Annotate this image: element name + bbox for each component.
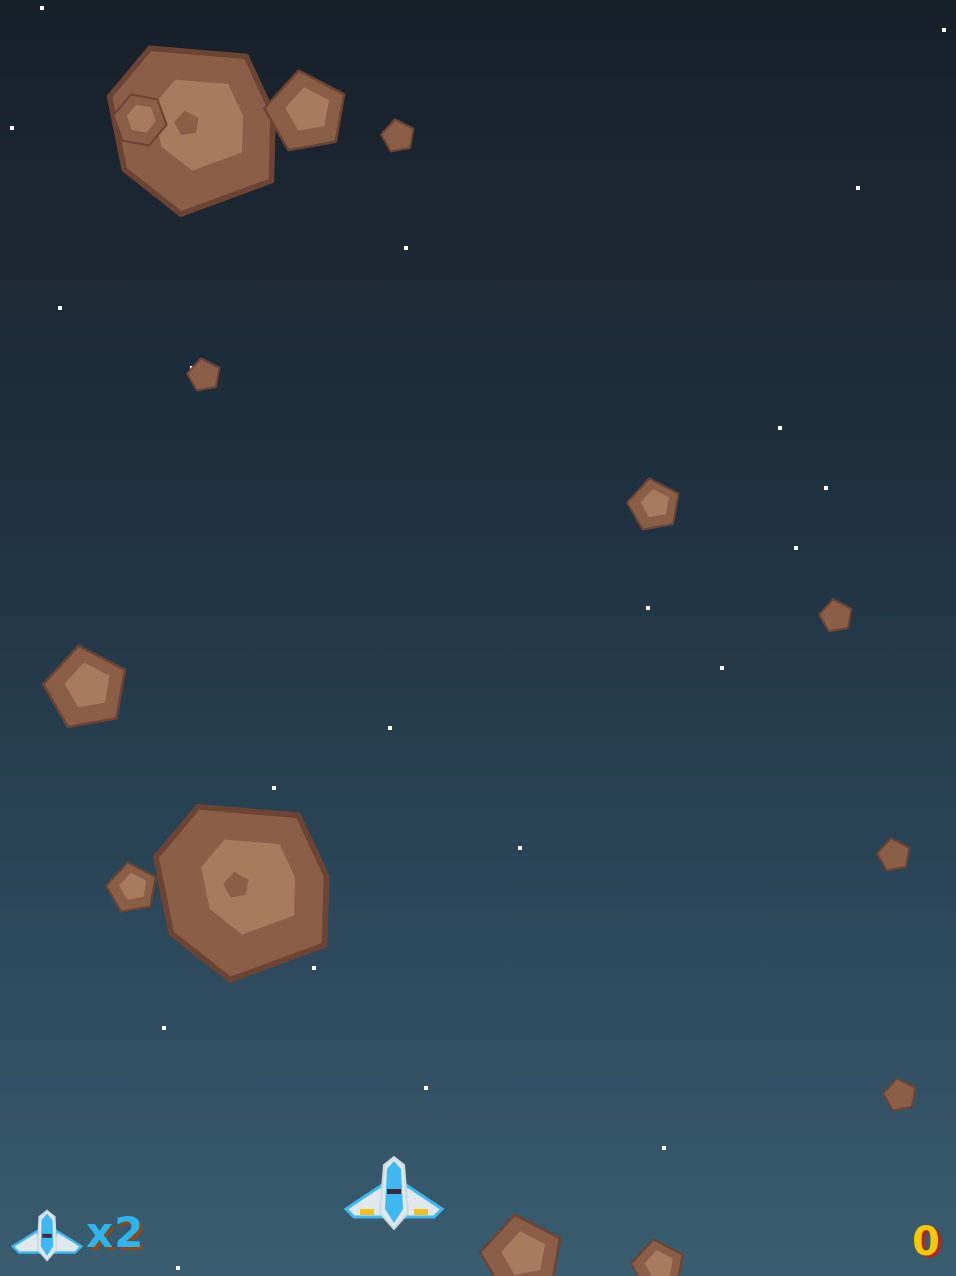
star	[518, 846, 522, 850]
star	[942, 28, 946, 32]
star	[40, 6, 44, 10]
asteroid	[630, 1238, 684, 1276]
star	[312, 966, 316, 970]
game-canvas[interactable]: x2 0	[0, 0, 956, 1276]
star	[646, 606, 650, 610]
asteroid	[380, 118, 415, 153]
star	[162, 1026, 166, 1030]
star	[176, 1266, 180, 1270]
star	[10, 126, 14, 130]
score-counter: 0	[912, 1219, 940, 1265]
asteroid-field	[41, 45, 917, 1276]
asteroid	[41, 644, 127, 729]
star	[58, 306, 62, 310]
asteroid	[152, 804, 330, 983]
star	[662, 1146, 666, 1150]
star	[778, 426, 782, 430]
lives-counter: x2	[86, 1208, 145, 1257]
asteroid	[882, 1077, 917, 1112]
star	[794, 546, 798, 550]
star	[272, 786, 276, 790]
star	[424, 1086, 428, 1090]
lives-ship-icon	[10, 1209, 84, 1262]
asteroid	[876, 837, 911, 872]
space-scene	[10, 6, 946, 1276]
star-field	[10, 6, 946, 1270]
asteroid	[262, 69, 346, 152]
player-ship-icon[interactable]	[343, 1155, 445, 1231]
asteroid	[626, 477, 680, 531]
star	[856, 186, 860, 190]
star	[720, 666, 724, 670]
star	[404, 246, 408, 250]
asteroid	[818, 598, 853, 633]
star	[388, 726, 392, 730]
star	[824, 486, 828, 490]
asteroid	[105, 861, 157, 913]
asteroid	[186, 357, 221, 392]
asteroid	[478, 1213, 562, 1276]
